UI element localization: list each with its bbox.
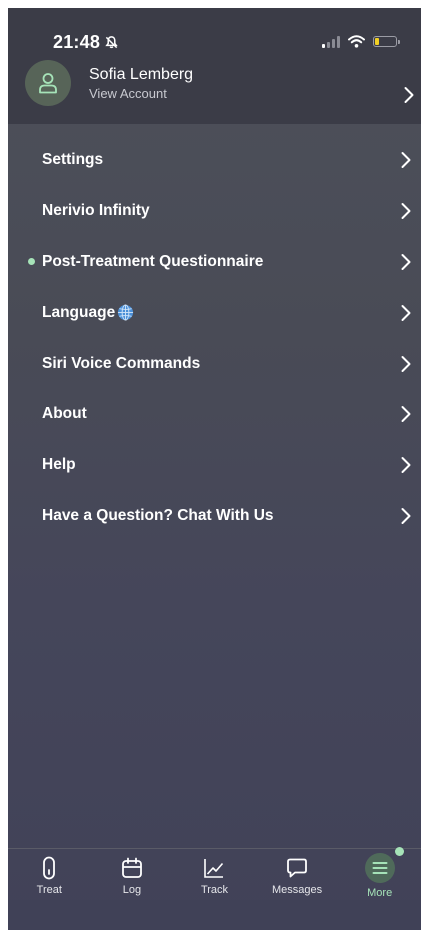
chevron-right-icon [401, 406, 411, 423]
avatar [25, 60, 71, 106]
menu-item-siri-voice-commands[interactable]: Siri Voice Commands [8, 338, 421, 389]
bell-slash-icon [105, 36, 118, 49]
wifi-icon [348, 35, 365, 48]
tab-label: Treat [36, 884, 62, 896]
chevron-right-icon [404, 87, 414, 103]
treat-device-icon [36, 856, 62, 880]
menu-icon [364, 847, 404, 883]
app-screen: 21:48 Sofia Lemberg View Account Setting… [8, 8, 421, 930]
tab-treat[interactable]: Treat [8, 849, 91, 901]
tab-label: More [367, 887, 393, 899]
view-account-row[interactable]: Sofia Lemberg View Account [25, 58, 415, 108]
chevron-right-icon [401, 203, 411, 220]
tab-bar: Treat Log Track Messages More [8, 847, 421, 901]
new-indicator-dot [28, 258, 35, 266]
chevron-right-icon [401, 355, 411, 372]
tab-messages[interactable]: Messages [256, 849, 339, 901]
menu-item-label: Help [42, 456, 76, 474]
chat-bubble-icon [284, 856, 310, 880]
battery-icon [373, 36, 400, 47]
menu-item-label: Siri Voice Commands [42, 354, 201, 372]
menu-item-post-treatment-questionnaire[interactable]: Post-Treatment Questionnaire [8, 237, 421, 288]
menu-item-nerivio-infinity[interactable]: Nerivio Infinity [8, 186, 421, 237]
chevron-right-icon [401, 304, 411, 321]
notification-badge [394, 847, 404, 856]
status-icons [322, 35, 400, 48]
cellular-signal-icon [322, 35, 340, 48]
tab-label: Log [122, 884, 142, 896]
home-indicator-area [8, 900, 421, 930]
tab-more[interactable]: More [338, 847, 421, 901]
menu-item-label: Settings [42, 151, 104, 169]
menu-item-chat-with-us[interactable]: Have a Question? Chat With Us [8, 491, 421, 542]
chevron-right-icon [401, 152, 411, 169]
menu-item-label: Have a Question? Chat With Us [42, 506, 274, 524]
menu-item-label: Nerivio Infinity [42, 202, 150, 220]
chevron-right-icon [401, 507, 411, 524]
account-name: Sofia Lemberg [89, 66, 194, 83]
menu-item-label: About [42, 405, 87, 423]
menu-item-language[interactable]: Language [8, 287, 421, 338]
more-menu: Settings Nerivio Infinity Post-Treatment… [8, 135, 421, 541]
view-account-label: View Account [89, 86, 167, 101]
tab-label: Track [200, 884, 229, 896]
header: 21:48 Sofia Lemberg View Account [8, 8, 421, 124]
chevron-right-icon [401, 457, 411, 474]
account-text: Sofia Lemberg View Account [89, 65, 193, 101]
menu-item-help[interactable]: Help [8, 440, 421, 491]
menu-item-about[interactable]: About [8, 389, 421, 440]
menu-item-settings[interactable]: Settings [8, 135, 421, 186]
calendar-icon [119, 856, 145, 880]
tab-label: Messages [272, 884, 323, 896]
status-time: 21:48 [53, 32, 119, 53]
menu-item-label: Post-Treatment Questionnaire [42, 252, 264, 270]
chevron-right-icon [401, 253, 411, 270]
chart-line-icon [201, 856, 227, 880]
globe-icon [118, 304, 134, 321]
tab-log[interactable]: Log [91, 849, 174, 901]
menu-item-label: Language [42, 303, 116, 321]
status-time-text: 21:48 [53, 32, 101, 52]
menu-item-language-label: Language [42, 304, 134, 322]
person-icon [39, 73, 57, 94]
tab-track[interactable]: Track [173, 849, 256, 901]
